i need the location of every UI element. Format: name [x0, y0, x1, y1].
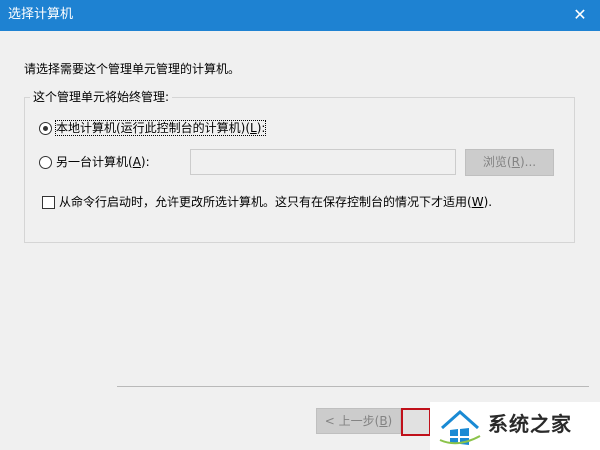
window-title: 选择计算机: [8, 7, 74, 22]
back-label-tail: ): [387, 414, 393, 428]
remote-computer-radio[interactable]: [39, 155, 52, 169]
select-computer-dialog: 选择计算机 ✕ 请选择需要这个管理单元管理的计算机。 这个管理单元将始终管理: …: [0, 0, 600, 450]
remote-computer-label-tail: ):: [140, 155, 150, 169]
back-label-text: < 上一步(: [324, 414, 380, 428]
allow-change-label-tail: ).: [483, 195, 493, 209]
site-watermark: 系统之家: [430, 402, 600, 450]
remote-computer-option[interactable]: 另一台计算机(A):: [39, 155, 150, 169]
allow-change-label[interactable]: 从命令行启动时，允许更改所选计算机。这只有在保存控制台的情况下才适用(W).: [59, 195, 492, 209]
back-accel-key: B: [379, 414, 388, 428]
windows-house-logo-icon: [439, 409, 481, 445]
watermark-text: 系统之家: [488, 412, 572, 436]
instruction-text: 请选择需要这个管理单元管理的计算机。: [24, 62, 241, 76]
finish-button[interactable]: [401, 408, 431, 436]
allow-change-option[interactable]: 从命令行启动时，允许更改所选计算机。这只有在保存控制台的情况下才适用(W).: [42, 195, 492, 209]
back-button[interactable]: < 上一步(B): [316, 408, 401, 434]
allow-change-label-text: 从命令行启动时，允许更改所选计算机。这只有在保存控制台的情况下才适用(: [59, 195, 472, 209]
local-computer-accel-key: L: [250, 121, 257, 135]
browse-label-text: 浏览(: [482, 155, 512, 169]
remote-computer-name-input[interactable]: [190, 149, 456, 175]
local-computer-label[interactable]: 本地计算机(运行此控制台的计算机)(L):: [54, 120, 267, 136]
group-title: 这个管理单元将始终管理:: [30, 90, 173, 104]
browse-label-tail: )...: [519, 155, 537, 169]
allow-change-accel-key: W: [471, 195, 484, 209]
local-computer-radio[interactable]: [39, 121, 52, 135]
browse-accel-key: R: [511, 155, 520, 169]
footer-separator: [117, 386, 589, 387]
remote-computer-label-text: 另一台计算机(: [56, 155, 133, 169]
local-computer-label-text: 本地计算机(运行此控制台的计算机)(: [56, 121, 251, 135]
title-bar[interactable]: 选择计算机 ✕: [0, 0, 600, 31]
remote-computer-accel-key: A: [132, 155, 141, 169]
local-computer-option[interactable]: 本地计算机(运行此控制台的计算机)(L):: [39, 120, 267, 136]
close-icon[interactable]: ✕: [568, 4, 592, 26]
local-computer-label-tail: ):: [256, 121, 266, 135]
allow-change-checkbox[interactable]: [42, 195, 55, 209]
remote-computer-label[interactable]: 另一台计算机(A):: [56, 155, 150, 169]
browse-button[interactable]: 浏览(R)...: [465, 149, 554, 176]
